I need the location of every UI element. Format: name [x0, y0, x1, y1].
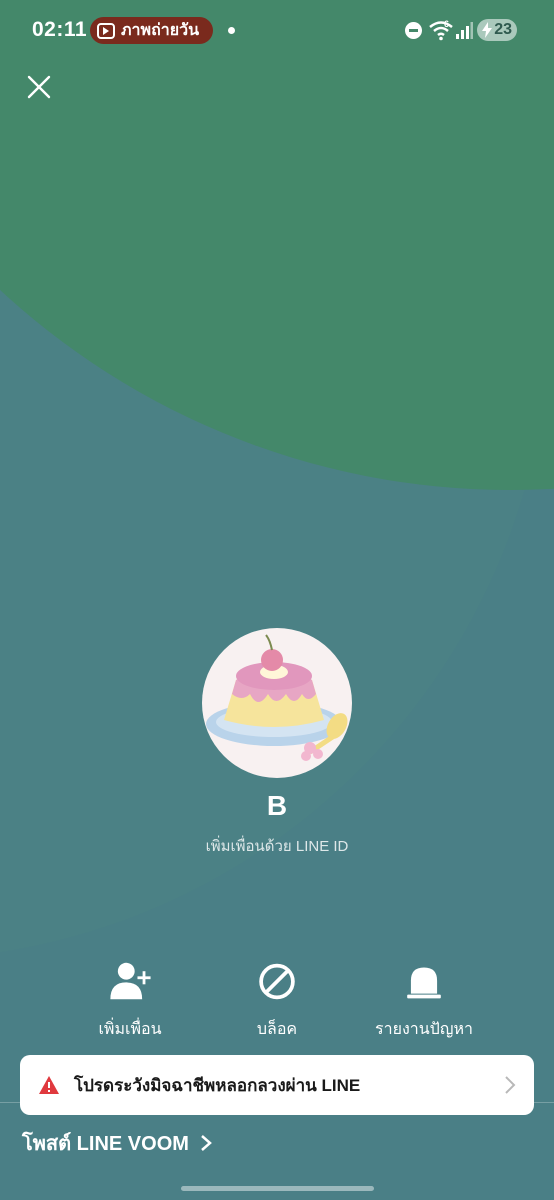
video-icon [97, 22, 115, 39]
profile-subtitle: เพิ่มเพื่อนด้วย LINE ID [205, 838, 349, 855]
block-icon [259, 963, 295, 1000]
notification-pill-label: ภาพถ่ายวัน [121, 22, 200, 39]
report-icon [407, 967, 441, 999]
profile-name: B [266, 790, 288, 821]
block-button[interactable]: บล็อค [207, 960, 347, 1042]
status-bar: 02:11 ภาพถ่ายวัน 6 23 [0, 0, 554, 62]
chevron-right-icon [505, 1076, 516, 1094]
block-label: บล็อค [256, 1021, 298, 1038]
home-indicator[interactable] [181, 1186, 374, 1191]
add-friend-button[interactable]: เพิ่มเพื่อน [60, 960, 200, 1042]
report-label: รายงานปัญหา [374, 1021, 473, 1038]
profile-avatar[interactable] [202, 628, 352, 778]
wifi-icon: 6 [429, 19, 453, 41]
add-friend-icon [110, 962, 151, 1000]
report-button[interactable]: รายงานปัญหา [354, 960, 494, 1042]
chevron-right-icon [201, 1135, 212, 1151]
warning-icon [39, 1076, 59, 1094]
charging-icon [482, 22, 492, 38]
battery-indicator: 23 [477, 19, 517, 41]
status-time: 02:11 [32, 18, 88, 41]
svg-text:6: 6 [444, 19, 449, 29]
notification-pill[interactable]: ภาพถ่ายวัน [90, 17, 213, 44]
line-voom-link[interactable]: โพสต์ LINE VOOM [22, 1127, 213, 1159]
close-icon[interactable] [24, 72, 54, 102]
do-not-disturb-icon [405, 22, 422, 39]
signal-icon [456, 22, 473, 39]
add-friend-label: เพิ่มเพื่อน [98, 1021, 162, 1038]
warning-text: โปรดระวังมิจฉาชีพหลอกลวงผ่าน LINE [74, 1075, 361, 1095]
notification-dot [228, 27, 235, 34]
battery-level: 23 [494, 21, 512, 38]
scam-warning-banner[interactable]: โปรดระวังมิจฉาชีพหลอกลวงผ่าน LINE [20, 1055, 534, 1115]
line-voom-label: โพสต์ LINE VOOM [22, 1133, 189, 1155]
pudding-avatar-icon [206, 634, 348, 761]
